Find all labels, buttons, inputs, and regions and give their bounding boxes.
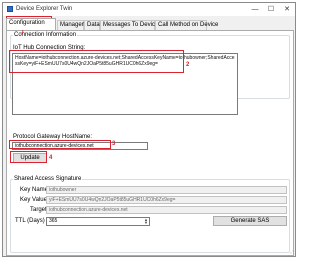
tab-management[interactable]: Management — [57, 20, 95, 30]
app-window: Device Explorer Twin — ☐ ✕ Configuration… — [2, 2, 296, 257]
highlight-update — [10, 151, 47, 163]
window-title: Device Explorer Twin — [16, 6, 73, 12]
tab-messages-to-device[interactable]: Messages To Device — [100, 20, 158, 30]
highlight-gateway — [9, 140, 111, 149]
annotation-2: 2 — [186, 62, 190, 68]
annotation-3: 3 — [112, 141, 116, 147]
ttl-label: TTL (Days) — [15, 218, 45, 224]
key-name-field: iothubowner — [46, 186, 287, 194]
tab-data[interactable]: Data — [84, 20, 100, 30]
tab-strip: Configuration Management Data Messages T… — [6, 18, 295, 30]
target-label: Target — [30, 207, 47, 213]
resize-grip-icon[interactable]: ⋰ — [288, 251, 294, 257]
ttl-input[interactable]: 365 — [46, 217, 150, 226]
generate-sas-button[interactable]: Generate SAS — [213, 216, 287, 226]
maximize-button[interactable]: ☐ — [264, 4, 278, 15]
highlight-conn-string — [9, 50, 184, 73]
annotation-4: 4 — [49, 155, 53, 161]
key-value-label: Key Value — [20, 197, 47, 203]
key-name-label: Key Name — [20, 187, 49, 193]
tab-configuration[interactable]: Configuration — [6, 18, 56, 30]
sas-legend: Shared Access Signature — [13, 176, 83, 182]
ttl-spinner-icon[interactable]: ▲ ▼ — [143, 218, 149, 225]
key-value-field: yiF+ESmUU7s0U4wQn2JOaP5t85uGHR1UC0h6Zx9e… — [46, 196, 287, 204]
title-bar: Device Explorer Twin — ☐ ✕ — [3, 3, 295, 16]
close-button[interactable]: ✕ — [280, 4, 294, 15]
tab-call-method[interactable]: Call Method on Device — [155, 20, 218, 30]
minimize-button[interactable]: — — [248, 4, 262, 15]
target-field: iothubconnection.azure-devices.net — [46, 206, 287, 214]
app-icon — [7, 6, 13, 12]
